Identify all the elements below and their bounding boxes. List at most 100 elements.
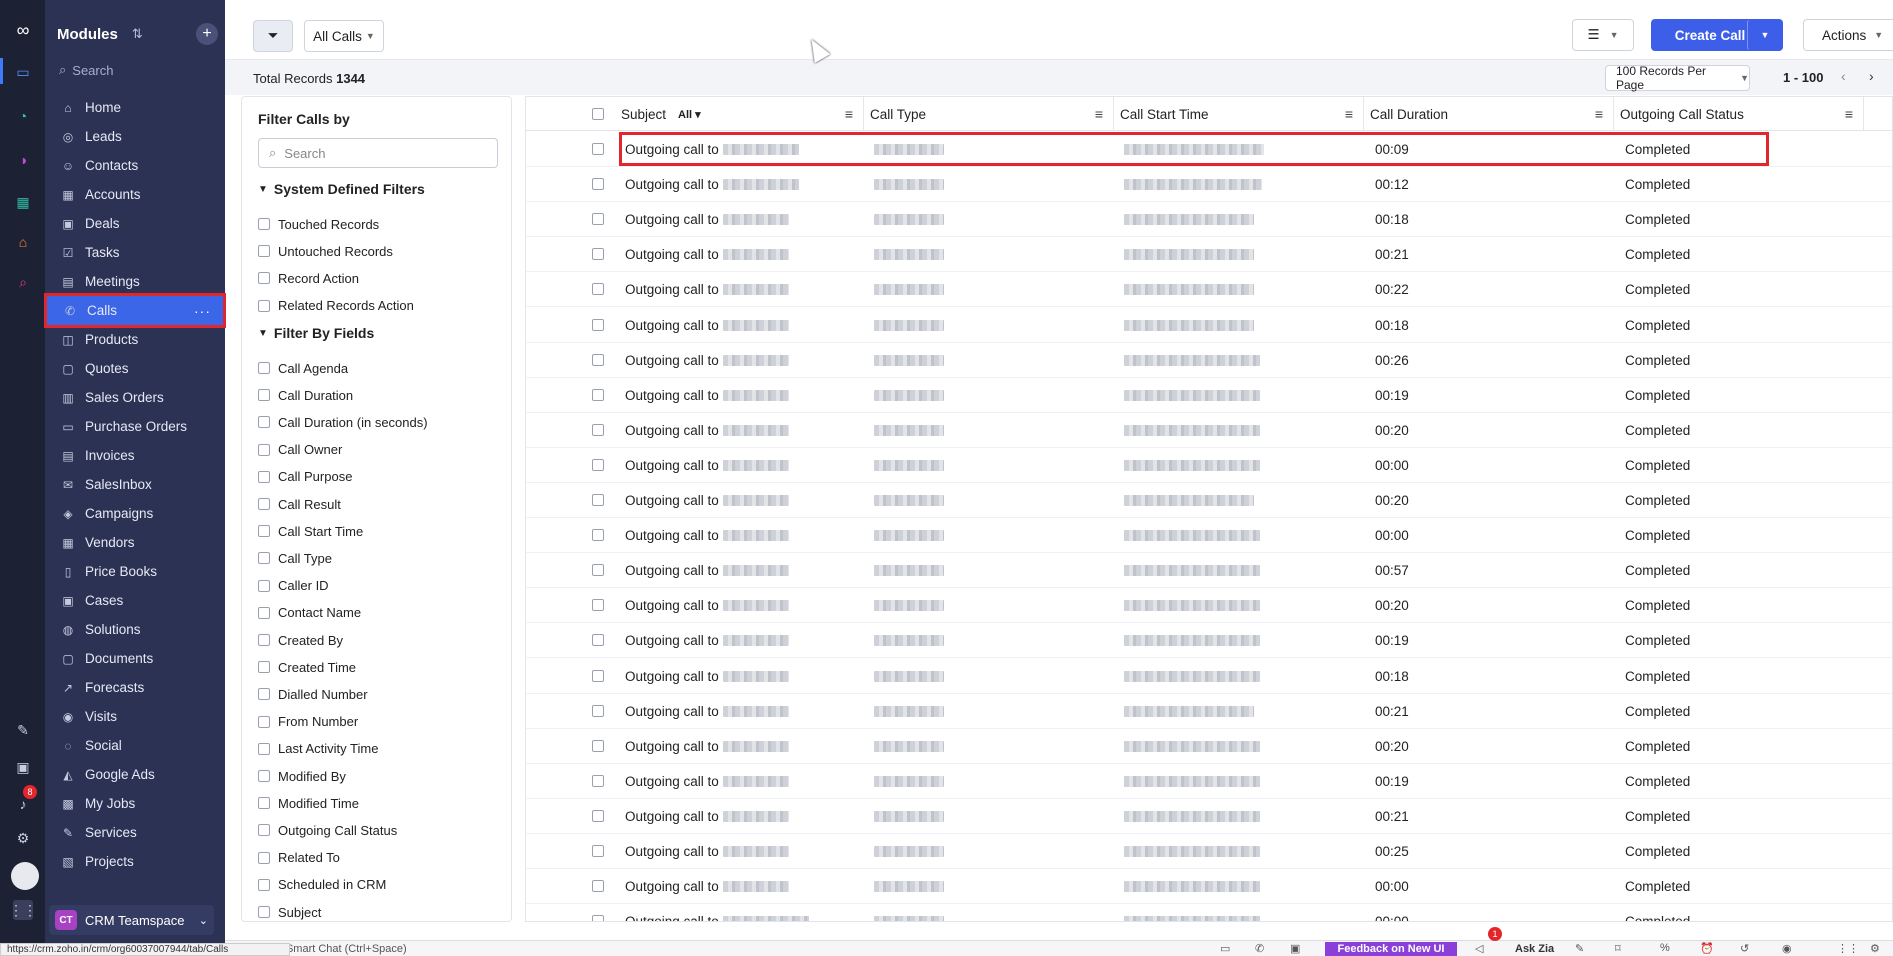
filter-checkbox[interactable] xyxy=(258,797,270,810)
table-row[interactable]: Outgoing call to 00:12 Completed xyxy=(526,167,1892,203)
filter-checkbox[interactable] xyxy=(258,824,270,837)
table-row[interactable]: Outgoing call to 00:18 Completed xyxy=(526,659,1892,694)
filter-checkbox[interactable] xyxy=(258,552,270,565)
sort-modules-icon[interactable]: ⇅ xyxy=(132,26,143,42)
row-checkbox[interactable] xyxy=(592,564,604,577)
sidebar-item-salesinbox[interactable]: ✉ SalesInbox xyxy=(45,470,225,499)
filter-option[interactable]: Subject xyxy=(258,903,321,921)
filter-option[interactable]: Record Action xyxy=(258,269,359,287)
notes-icon[interactable]: ✎ xyxy=(13,720,33,740)
table-row[interactable]: Outgoing call to 00:21 Completed xyxy=(526,237,1892,273)
cell-subject[interactable]: Outgoing call to xyxy=(625,623,789,658)
sidebar-item-tasks[interactable]: ☑ Tasks xyxy=(45,238,225,267)
filter-option[interactable]: Scheduled in CRM xyxy=(258,876,386,894)
filter-option[interactable]: From Number xyxy=(258,713,358,731)
table-row[interactable]: Outgoing call to 00:19 Completed xyxy=(526,378,1892,413)
column-subject[interactable]: Subject All ▾ ≡ xyxy=(615,97,864,131)
filter-checkbox[interactable] xyxy=(258,688,270,701)
history-icon[interactable]: ↺ xyxy=(1740,942,1749,955)
table-row[interactable]: Outgoing call to 00:00 Completed xyxy=(526,904,1892,921)
row-checkbox[interactable] xyxy=(592,809,604,822)
sidebar-item-social[interactable]: ◌ Social xyxy=(45,731,225,760)
sidebar-item-quotes[interactable]: ▢ Quotes xyxy=(45,354,225,383)
sidebar-item-vendors[interactable]: ▦ Vendors xyxy=(45,528,225,557)
filter-option[interactable]: Call Purpose xyxy=(258,468,352,486)
row-checkbox[interactable] xyxy=(592,704,604,717)
cell-subject[interactable]: Outgoing call to xyxy=(625,694,789,729)
calendar-icon[interactable]: ▣ xyxy=(13,757,33,777)
column-menu-icon[interactable]: ≡ xyxy=(845,106,853,122)
table-row[interactable]: Outgoing call to 00:21 Completed xyxy=(526,799,1892,834)
column-menu-icon[interactable]: ≡ xyxy=(1095,106,1103,122)
filter-toggle-button[interactable]: ⏷ xyxy=(253,20,293,52)
filter-option[interactable]: Touched Records xyxy=(258,215,379,233)
previous-page-icon[interactable]: ‹ xyxy=(1841,68,1846,84)
sidebar-item-home[interactable]: ⌂ Home xyxy=(45,93,225,122)
sidebar-item-sales-orders[interactable]: ▥ Sales Orders xyxy=(45,383,225,412)
sidebar-item-products[interactable]: ◫ Products xyxy=(45,325,225,354)
row-checkbox[interactable] xyxy=(592,458,604,471)
filter-checkbox[interactable] xyxy=(258,661,270,674)
phone-icon[interactable]: ✆ xyxy=(1255,942,1264,955)
cell-subject[interactable]: Outgoing call to xyxy=(625,518,789,553)
cell-subject[interactable]: Outgoing call to xyxy=(625,799,789,834)
search-app-icon[interactable]: ⌕ xyxy=(13,272,33,292)
system-filters-section[interactable]: ▼ System Defined Filters xyxy=(258,181,425,197)
filter-option[interactable]: Last Activity Time xyxy=(258,740,378,758)
filter-checkbox[interactable] xyxy=(258,525,270,538)
cell-subject[interactable]: Outgoing call to xyxy=(625,869,789,904)
row-checkbox[interactable] xyxy=(592,494,604,506)
table-row[interactable]: Outgoing call to 00:21 Completed xyxy=(526,694,1892,729)
row-checkbox[interactable] xyxy=(592,739,604,752)
teamspace-switcher[interactable]: CT CRM Teamspace ⌄ xyxy=(49,905,214,935)
table-row[interactable]: Outgoing call to 00:25 Completed xyxy=(526,834,1892,869)
cell-subject[interactable]: Outgoing call to xyxy=(625,904,809,921)
cell-subject[interactable]: Outgoing call to xyxy=(625,378,789,413)
modules-icon[interactable]: ▭ xyxy=(13,62,33,82)
row-checkbox[interactable] xyxy=(592,915,604,921)
table-row[interactable]: Outgoing call to 00:19 Completed xyxy=(526,764,1892,799)
app-grid-icon[interactable]: ⋮⋮ xyxy=(9,900,37,920)
image-icon[interactable]: ▣ xyxy=(1290,942,1300,955)
cell-subject[interactable]: Outgoing call to xyxy=(625,834,789,869)
edit-icon[interactable]: ✎ xyxy=(1575,942,1584,955)
filter-option[interactable]: Related To xyxy=(258,849,340,867)
filter-option[interactable]: Call Type xyxy=(258,549,332,567)
add-module-button[interactable]: + xyxy=(196,23,218,45)
chat-icon[interactable]: ▭ xyxy=(1220,942,1230,955)
sidebar-item-my-jobs[interactable]: ▩ My Jobs xyxy=(45,789,225,818)
sidebar-item-deals[interactable]: ▣ Deals xyxy=(45,209,225,238)
filter-checkbox[interactable] xyxy=(258,245,270,258)
store-icon[interactable]: ⌂ xyxy=(13,232,33,252)
filter-option[interactable]: Call Agenda xyxy=(258,359,348,377)
sidebar-item-visits[interactable]: ◉ Visits xyxy=(45,702,225,731)
megaphone-icon[interactable]: ◁ xyxy=(1475,942,1483,955)
column-status[interactable]: Outgoing Call Status ≡ xyxy=(1614,97,1864,131)
filter-checkbox[interactable] xyxy=(258,634,270,646)
table-row[interactable]: Outgoing call to 00:20 Completed xyxy=(526,729,1892,764)
sidebar-item-price-books[interactable]: ▯ Price Books xyxy=(45,557,225,586)
filter-checkbox[interactable] xyxy=(258,470,270,483)
list-view-toggle[interactable]: ☰ ▼ xyxy=(1572,19,1634,51)
row-checkbox[interactable] xyxy=(592,318,604,331)
table-row[interactable]: Outgoing call to 00:00 Completed xyxy=(526,869,1892,905)
sidebar-item-google-ads[interactable]: ◭ Google Ads xyxy=(45,760,225,789)
filter-checkbox[interactable] xyxy=(258,498,270,510)
filter-checkbox[interactable] xyxy=(258,218,270,230)
create-call-dropdown[interactable]: ▼ xyxy=(1747,19,1783,51)
records-per-page-select[interactable]: 100 Records Per Page ▼ xyxy=(1605,64,1750,92)
settings-icon[interactable]: ⚙ xyxy=(1870,942,1880,955)
sidebar-item-cases[interactable]: ▣ Cases xyxy=(45,586,225,615)
filter-checkbox[interactable] xyxy=(258,742,270,755)
table-row[interactable]: Outgoing call to 00:18 Completed xyxy=(526,202,1892,238)
table-row[interactable]: Outgoing call to 00:00 Completed xyxy=(526,518,1892,554)
bookmark-icon[interactable]: ⌑ xyxy=(1615,942,1621,955)
column-call-type[interactable]: Call Type ≡ xyxy=(864,97,1114,131)
sidebar-item-invoices[interactable]: ▤ Invoices xyxy=(45,441,225,470)
row-checkbox[interactable] xyxy=(592,634,604,647)
more-options-icon[interactable]: ··· xyxy=(194,303,211,319)
alarm-icon[interactable]: ⏰ xyxy=(1700,942,1714,955)
filter-option[interactable]: Call Duration (in seconds) xyxy=(258,413,428,431)
row-checkbox[interactable] xyxy=(592,178,604,191)
column-menu-icon[interactable]: ≡ xyxy=(1345,106,1353,122)
